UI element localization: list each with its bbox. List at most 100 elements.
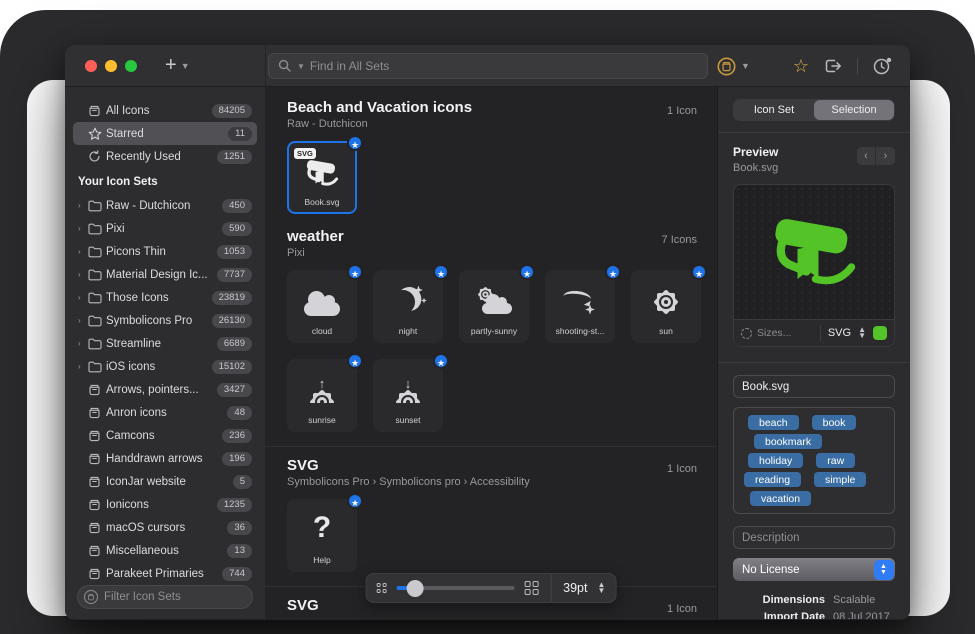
meta-label-dimensions: Dimensions bbox=[733, 594, 825, 606]
sidebar-item-ionicons[interactable]: Ionicons1235 bbox=[73, 493, 257, 516]
disclosure-chevron-icon[interactable]: › bbox=[78, 293, 88, 302]
starred-badge-icon[interactable]: ★ bbox=[347, 353, 363, 369]
sidebar-item-miscellaneous[interactable]: Miscellaneous13 bbox=[73, 539, 257, 562]
sidebar-item-raw-dutchicon[interactable]: ›Raw - Dutchicon450 bbox=[73, 194, 257, 217]
tag-bookmark[interactable]: bookmark bbox=[754, 434, 822, 449]
sidebar-item-iconjar-website[interactable]: IconJar website5 bbox=[73, 470, 257, 493]
sidebar-item-picons-thin[interactable]: ›Picons Thin1053 bbox=[73, 240, 257, 263]
starred-badge-icon[interactable]: ★ bbox=[347, 135, 363, 151]
toolbar-separator bbox=[857, 58, 858, 74]
sidebar-item-those-icons[interactable]: ›Those Icons23819 bbox=[73, 286, 257, 309]
add-button[interactable]: + ▼ bbox=[165, 54, 190, 77]
tag-book[interactable]: book bbox=[812, 415, 857, 430]
sidebar-item-symbolicons-pro[interactable]: ›Symbolicons Pro26130 bbox=[73, 309, 257, 332]
previous-icon-button[interactable]: ‹ bbox=[857, 147, 876, 165]
sizes-label: Sizes... bbox=[757, 327, 791, 339]
sidebar-item-pixi[interactable]: ›Pixi590 bbox=[73, 217, 257, 240]
icon-tile-label: sun bbox=[636, 326, 696, 336]
sizes-dropdown[interactable]: Sizes... bbox=[741, 327, 813, 339]
disclosure-chevron-icon[interactable]: › bbox=[78, 362, 88, 371]
metadata-list: DimensionsScalableImport Date08 Jul 2017 bbox=[733, 594, 895, 619]
recent-icon bbox=[88, 150, 106, 163]
starred-badge-icon[interactable]: ★ bbox=[691, 264, 707, 280]
color-swatch[interactable] bbox=[873, 326, 887, 340]
icon-tile-book-svg[interactable]: SVG Book.svg★ bbox=[287, 141, 357, 214]
icon-tile-sunrise[interactable]: ↑sunrise★ bbox=[287, 359, 357, 432]
sidebar-item-label: Pixi bbox=[106, 223, 222, 235]
tag-reading[interactable]: reading bbox=[744, 472, 801, 487]
small-grid-icon[interactable] bbox=[377, 583, 387, 593]
sidebar-item-all-icons[interactable]: All Icons84205 bbox=[73, 99, 257, 122]
export-button[interactable] bbox=[824, 58, 842, 74]
disclosure-chevron-icon[interactable]: › bbox=[78, 270, 88, 279]
sidebar-item-anron-icons[interactable]: Anron icons48 bbox=[73, 401, 257, 424]
sidebar-item-starred[interactable]: Starred11 bbox=[73, 122, 257, 145]
disclosure-chevron-icon[interactable]: › bbox=[78, 339, 88, 348]
count-badge: 1251 bbox=[217, 150, 252, 164]
activity-button[interactable] bbox=[873, 57, 892, 75]
disclosure-chevron-icon[interactable]: › bbox=[78, 247, 88, 256]
filename-field[interactable]: Book.svg bbox=[733, 375, 895, 398]
search-scope-chevron-icon[interactable]: ▼ bbox=[297, 62, 305, 71]
close-button[interactable] bbox=[85, 60, 97, 72]
icon-tile-shooting-st[interactable]: shooting-st...★ bbox=[545, 270, 615, 343]
sidebar-item-label: Those Icons bbox=[106, 292, 212, 304]
sidebar-item-arrows-pointers[interactable]: Arrows, pointers...3427 bbox=[73, 378, 257, 401]
minimize-button[interactable] bbox=[105, 60, 117, 72]
starred-badge-icon[interactable]: ★ bbox=[519, 264, 535, 280]
sidebar-item-recently-used[interactable]: Recently Used1251 bbox=[73, 145, 257, 168]
starred-badge-icon[interactable]: ★ bbox=[605, 264, 621, 280]
tab-selection[interactable]: Selection bbox=[814, 100, 894, 120]
icon-tile-sun[interactable]: sun★ bbox=[631, 270, 701, 343]
icon-tile-partly-sunny[interactable]: partly-sunny★ bbox=[459, 270, 529, 343]
icon-size-slider[interactable] bbox=[396, 586, 514, 590]
starred-badge-icon[interactable]: ★ bbox=[347, 493, 363, 509]
license-select[interactable]: No License ▲▼ bbox=[733, 558, 895, 581]
large-grid-icon[interactable] bbox=[524, 581, 538, 595]
plus-icon: + bbox=[165, 54, 177, 77]
section-icon-count: 1 Icon bbox=[667, 105, 697, 117]
tile-grid: SVG Book.svg★ bbox=[287, 141, 707, 214]
size-stepper[interactable]: ▲▼ bbox=[597, 582, 605, 594]
description-field[interactable]: Description bbox=[733, 526, 895, 549]
icon-tile-label: partly-sunny bbox=[464, 326, 524, 336]
disclosure-chevron-icon[interactable]: › bbox=[78, 201, 88, 210]
tab-icon-set[interactable]: Icon Set bbox=[734, 100, 814, 120]
starred-badge-icon[interactable]: ★ bbox=[433, 264, 449, 280]
tag-raw[interactable]: raw bbox=[816, 453, 855, 468]
preview-canvas bbox=[734, 185, 894, 319]
sidebar-item-camcons[interactable]: Camcons236 bbox=[73, 424, 257, 447]
icon-tile-sunset[interactable]: ↓sunset★ bbox=[373, 359, 443, 432]
disclosure-chevron-icon[interactable]: › bbox=[78, 316, 88, 325]
slider-thumb[interactable] bbox=[406, 580, 423, 597]
disclosure-chevron-icon[interactable]: › bbox=[78, 224, 88, 233]
starred-badge-icon[interactable]: ★ bbox=[433, 353, 449, 369]
star-filter-button[interactable]: ☆ bbox=[793, 57, 809, 75]
preview-header: Preview Book.svg ‹ › bbox=[733, 145, 895, 174]
tag-holiday[interactable]: holiday bbox=[748, 453, 803, 468]
format-stepper[interactable]: ▲▼ bbox=[858, 327, 866, 339]
sidebar-item-parakeet-primaries[interactable]: Parakeet Primaries744 bbox=[73, 562, 257, 585]
icon-tile-night[interactable]: night★ bbox=[373, 270, 443, 343]
zoom-button[interactable] bbox=[125, 60, 137, 72]
tag-simple[interactable]: simple bbox=[814, 472, 866, 487]
sidebar-item-handdrawn-arrows[interactable]: Handdrawn arrows196 bbox=[73, 447, 257, 470]
tag-vacation[interactable]: vacation bbox=[750, 491, 811, 506]
sidebar-item-label: Arrows, pointers... bbox=[106, 384, 217, 396]
sidebar-item-streamline[interactable]: ›Streamline6689 bbox=[73, 332, 257, 355]
sidebar-item-macos-cursors[interactable]: macOS cursors36 bbox=[73, 516, 257, 539]
search-input[interactable]: ▼ Find in All Sets bbox=[268, 53, 708, 79]
tag-beach[interactable]: beach bbox=[748, 415, 799, 430]
filter-sets-input[interactable]: Filter Icon Sets bbox=[77, 585, 253, 609]
starred-badge-icon[interactable]: ★ bbox=[347, 264, 363, 280]
icon-tile-help[interactable]: ?Help★ bbox=[287, 499, 357, 572]
count-badge: 236 bbox=[222, 429, 252, 443]
sidebar-item-ios-icons[interactable]: ›iOS icons15102 bbox=[73, 355, 257, 378]
next-icon-button[interactable]: › bbox=[876, 147, 895, 165]
folder-icon bbox=[88, 246, 106, 258]
icon-tile-label: shooting-st... bbox=[550, 326, 610, 336]
meta-value-dimensions: Scalable bbox=[833, 594, 895, 606]
jar-menu-button[interactable]: ▼ bbox=[717, 57, 750, 76]
sidebar-item-material-design-ic[interactable]: ›Material Design Ic...7737 bbox=[73, 263, 257, 286]
icon-tile-cloud[interactable]: cloud★ bbox=[287, 270, 357, 343]
